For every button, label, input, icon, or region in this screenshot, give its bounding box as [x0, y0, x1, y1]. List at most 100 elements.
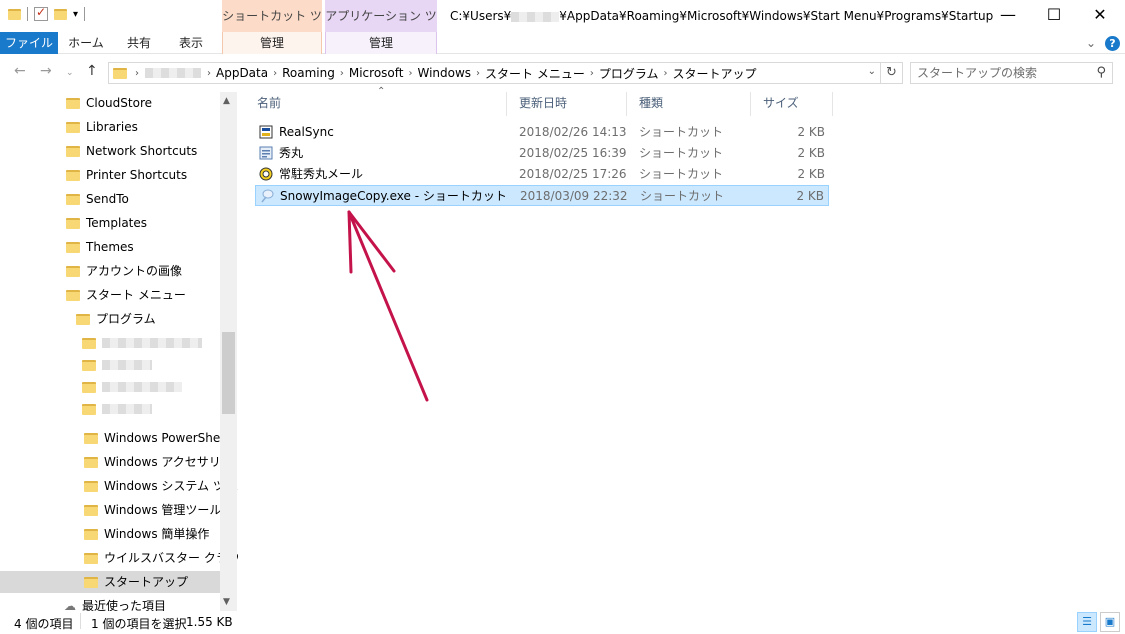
breadcrumb-windows[interactable]: Windows: [417, 66, 471, 80]
folder-icon: [66, 193, 80, 205]
new-folder-icon[interactable]: [54, 8, 67, 20]
maximize-button[interactable]: ☐: [1031, 0, 1077, 32]
large-icons-view-icon[interactable]: ▣: [1100, 612, 1120, 632]
breadcrumb-separator-icon[interactable]: ›: [207, 68, 211, 79]
tree-item-templates[interactable]: Templates: [66, 212, 147, 234]
context-tab-shortcut-tools[interactable]: ショートカット ツール: [222, 0, 322, 55]
tree-item-start-menu[interactable]: スタート メニュー: [66, 284, 186, 306]
window-title-suffix: ¥AppData¥Roaming¥Microsoft¥Windows¥Start…: [559, 9, 994, 23]
tab-manage-shortcut[interactable]: 管理: [222, 32, 322, 54]
expand-ribbon-icon[interactable]: ⌄: [1086, 36, 1096, 50]
tree-item-programs[interactable]: プログラム: [76, 308, 156, 330]
tree-item-recent-items[interactable]: ☁ 最近使った項目: [64, 595, 166, 611]
file-row[interactable]: 常駐秀丸メール 2018/02/25 17:26 ショートカット 2 KB: [255, 164, 829, 185]
properties-icon[interactable]: [34, 5, 48, 21]
tree-item-libraries[interactable]: Libraries: [66, 116, 138, 138]
tree-item-label: Themes: [86, 240, 134, 254]
column-header-type[interactable]: 種類: [627, 92, 751, 116]
breadcrumb-separator-icon[interactable]: ›: [408, 68, 412, 79]
nav-pane-scroll-thumb[interactable]: [222, 332, 235, 414]
address-dropdown-icon[interactable]: ⌄: [868, 66, 876, 77]
breadcrumb-programs[interactable]: プログラム: [599, 65, 659, 82]
minimize-button[interactable]: —: [985, 0, 1031, 32]
title-bar: ▾ ショートカット ツール アプリケーション ツール C:¥Users¥ ¥App…: [0, 0, 1125, 55]
tab-manage-application[interactable]: 管理: [325, 32, 437, 54]
tree-item-virus-buster-cloud[interactable]: ウイルスバスター クラウド: [84, 547, 238, 569]
context-tab-application-tools[interactable]: アプリケーション ツール: [325, 0, 437, 55]
file-row[interactable]: RealSync 2018/02/26 14:13 ショートカット 2 KB: [255, 122, 829, 143]
folder-icon: [84, 456, 98, 468]
tree-item-redacted[interactable]: [82, 376, 182, 398]
details-view-icon[interactable]: ☰: [1077, 612, 1097, 632]
folder-icon: [84, 432, 98, 444]
file-size: 2 KB: [797, 125, 825, 139]
breadcrumb-microsoft[interactable]: Microsoft: [349, 66, 404, 80]
close-button[interactable]: ✕: [1077, 0, 1123, 32]
hidemaru-app-icon: [259, 146, 273, 160]
search-input[interactable]: [917, 63, 1087, 83]
refresh-icon[interactable]: ↻: [881, 62, 903, 84]
tree-item-windows-accessories[interactable]: Windows アクセサリ: [84, 451, 221, 473]
tree-item-themes[interactable]: Themes: [66, 236, 134, 258]
tree-item-cloudstore[interactable]: CloudStore: [66, 92, 152, 114]
tab-share[interactable]: 共有: [116, 32, 162, 54]
qat-dropdown-icon[interactable]: ▾: [73, 9, 78, 20]
tree-item-sendto[interactable]: SendTo: [66, 188, 129, 210]
breadcrumb-startup[interactable]: スタートアップ: [673, 65, 757, 82]
breadcrumb-separator-icon[interactable]: ›: [273, 68, 277, 79]
folder-icon: [82, 359, 96, 371]
breadcrumb-start-menu[interactable]: スタート メニュー: [485, 65, 585, 82]
tree-item-label: Network Shortcuts: [86, 144, 198, 158]
folder-icon[interactable]: [8, 8, 21, 20]
tree-item-label: アカウントの画像: [86, 264, 183, 278]
recent-locations-icon[interactable]: ⌄: [66, 68, 74, 78]
help-icon[interactable]: ?: [1105, 36, 1120, 51]
sort-ascending-icon: ⌃: [377, 86, 386, 97]
search-icon[interactable]: ⚲: [1096, 65, 1106, 80]
scroll-down-arrow-icon[interactable]: ▼: [223, 597, 230, 607]
breadcrumb-separator-icon[interactable]: ›: [664, 68, 668, 79]
redacted-folder-name: [102, 360, 152, 370]
folder-icon: [82, 337, 96, 349]
tab-view[interactable]: 表示: [168, 32, 214, 54]
tree-item-windows-ease-of-access[interactable]: Windows 簡単操作: [84, 523, 209, 545]
folder-icon: [66, 217, 80, 229]
tree-item-printer-shortcuts[interactable]: Printer Shortcuts: [66, 164, 187, 186]
tree-item-windows-powershell[interactable]: Windows PowerShell: [84, 427, 227, 449]
tab-file[interactable]: ファイル: [0, 32, 58, 54]
scroll-up-arrow-icon[interactable]: ▲: [223, 96, 230, 106]
breadcrumb-separator-icon[interactable]: ›: [135, 68, 139, 79]
breadcrumb-separator-icon[interactable]: ›: [340, 68, 344, 79]
breadcrumb-appdata[interactable]: AppData: [216, 66, 268, 80]
address-bar[interactable]: › › AppData › Roaming › Microsoft › Wind…: [108, 62, 881, 84]
breadcrumb-separator-icon[interactable]: ›: [476, 68, 480, 79]
forward-arrow-icon[interactable]: →: [40, 63, 52, 79]
folder-icon: [82, 403, 96, 415]
tree-item-windows-admin-tools[interactable]: Windows 管理ツール: [84, 499, 221, 521]
folder-icon: [84, 528, 98, 540]
tree-item-account-pictures[interactable]: アカウントの画像: [66, 260, 182, 282]
search-box[interactable]: ⚲: [910, 62, 1113, 84]
realsync-app-icon: [259, 125, 273, 139]
file-date: 2018/02/25 16:39: [519, 146, 627, 160]
tree-item-label: プログラム: [96, 312, 156, 326]
tab-home[interactable]: ホーム: [62, 32, 110, 54]
breadcrumb-separator-icon[interactable]: ›: [590, 68, 594, 79]
column-header-size[interactable]: サイズ: [751, 92, 833, 116]
file-type: ショートカット: [639, 167, 724, 181]
up-arrow-icon[interactable]: ↑: [86, 63, 98, 79]
status-selection: 1 個の項目を選択: [91, 617, 187, 631]
breadcrumb-roaming[interactable]: Roaming: [282, 66, 335, 80]
file-row-selected[interactable]: SnowyImageCopy.exe - ショートカット 2018/03/09 …: [255, 185, 829, 206]
tree-item-redacted[interactable]: [82, 354, 152, 376]
tree-item-redacted[interactable]: [82, 332, 202, 354]
back-arrow-icon[interactable]: ←: [14, 63, 26, 79]
file-date: 2018/02/26 14:13: [519, 125, 627, 139]
tree-item-network-shortcuts[interactable]: Network Shortcuts: [66, 140, 197, 162]
column-header-date-modified[interactable]: 更新日時: [507, 92, 627, 116]
tree-item-startup[interactable]: スタートアップ: [0, 571, 220, 593]
file-row[interactable]: 秀丸 2018/02/25 16:39 ショートカット 2 KB: [255, 143, 829, 164]
tree-item-redacted[interactable]: [82, 398, 152, 420]
tree-item-windows-system-tools[interactable]: Windows システム ツール: [84, 475, 238, 497]
column-header-name[interactable]: 名前: [245, 92, 507, 116]
